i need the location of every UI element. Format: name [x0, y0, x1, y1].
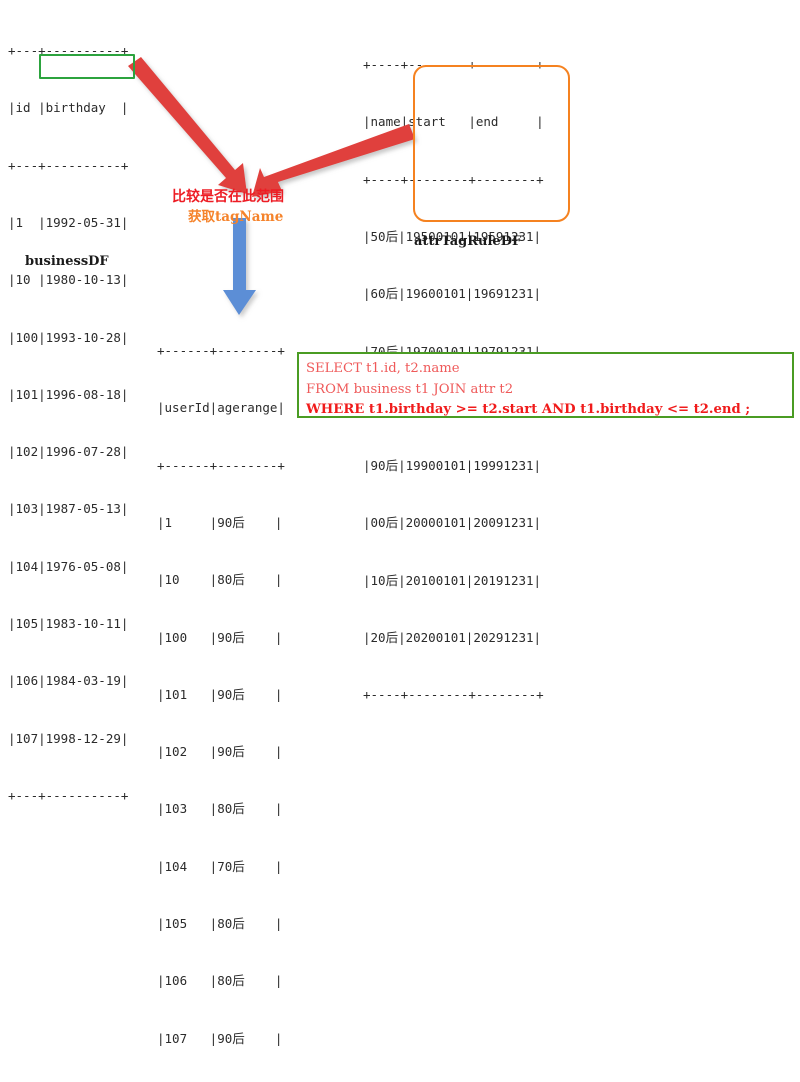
attr-rule-bottom: +----+--------+--------+	[363, 687, 544, 703]
diagram-canvas: +---+----------+ |id |birthday | +---+--…	[0, 0, 800, 1046]
table-row: |105 |80后 |	[157, 916, 283, 931]
table-row: |107|1998-12-29|	[8, 730, 129, 746]
business-table-caption: businessDF	[25, 254, 109, 269]
table-row: |107 |90后 |	[157, 1030, 283, 1046]
table-row: |105|1983-10-11|	[8, 616, 129, 631]
arrow-compare-to-result	[223, 218, 256, 315]
table-row: |106|1984-03-19|	[8, 673, 129, 689]
arrow-layer	[128, 57, 415, 315]
table-row: |104 |70后 |	[157, 858, 283, 874]
sql-line-select: SELECT t1.id, t2.name	[306, 361, 460, 376]
table-row: |106 |80后 |	[157, 973, 283, 989]
sql-line-where: WHERE t1.birthday >= t2.start AND t1.bir…	[306, 402, 751, 417]
table-row: |10 |80后 |	[157, 572, 283, 588]
table-row: |10后|20100101|20191231|	[363, 572, 542, 588]
business-rule-bottom: +---+----------+	[8, 787, 129, 803]
sql-line-from: FROM business t1 JOIN attr t2	[306, 381, 514, 397]
attr-tag-rule-table-caption: attrTagRuleDF	[414, 234, 522, 249]
table-row: |100 |90后 |	[157, 629, 283, 645]
annotation-get-tagname: 获取tagName	[188, 209, 284, 225]
table-row: |104|1976-05-08|	[8, 558, 129, 574]
arrow-business-to-compare	[128, 57, 247, 194]
sql-query-box: SELECT t1.id, t2.name FROM business t1 J…	[297, 352, 794, 418]
annotation-compare-range: 比较是否在此范围	[172, 189, 284, 205]
table-row: |103 |80后 |	[157, 801, 283, 817]
table-row: |102 |90后 |	[157, 744, 283, 760]
table-row: |20后|20200101|20291231|	[363, 630, 542, 645]
table-row: |101 |90后 |	[157, 686, 283, 702]
